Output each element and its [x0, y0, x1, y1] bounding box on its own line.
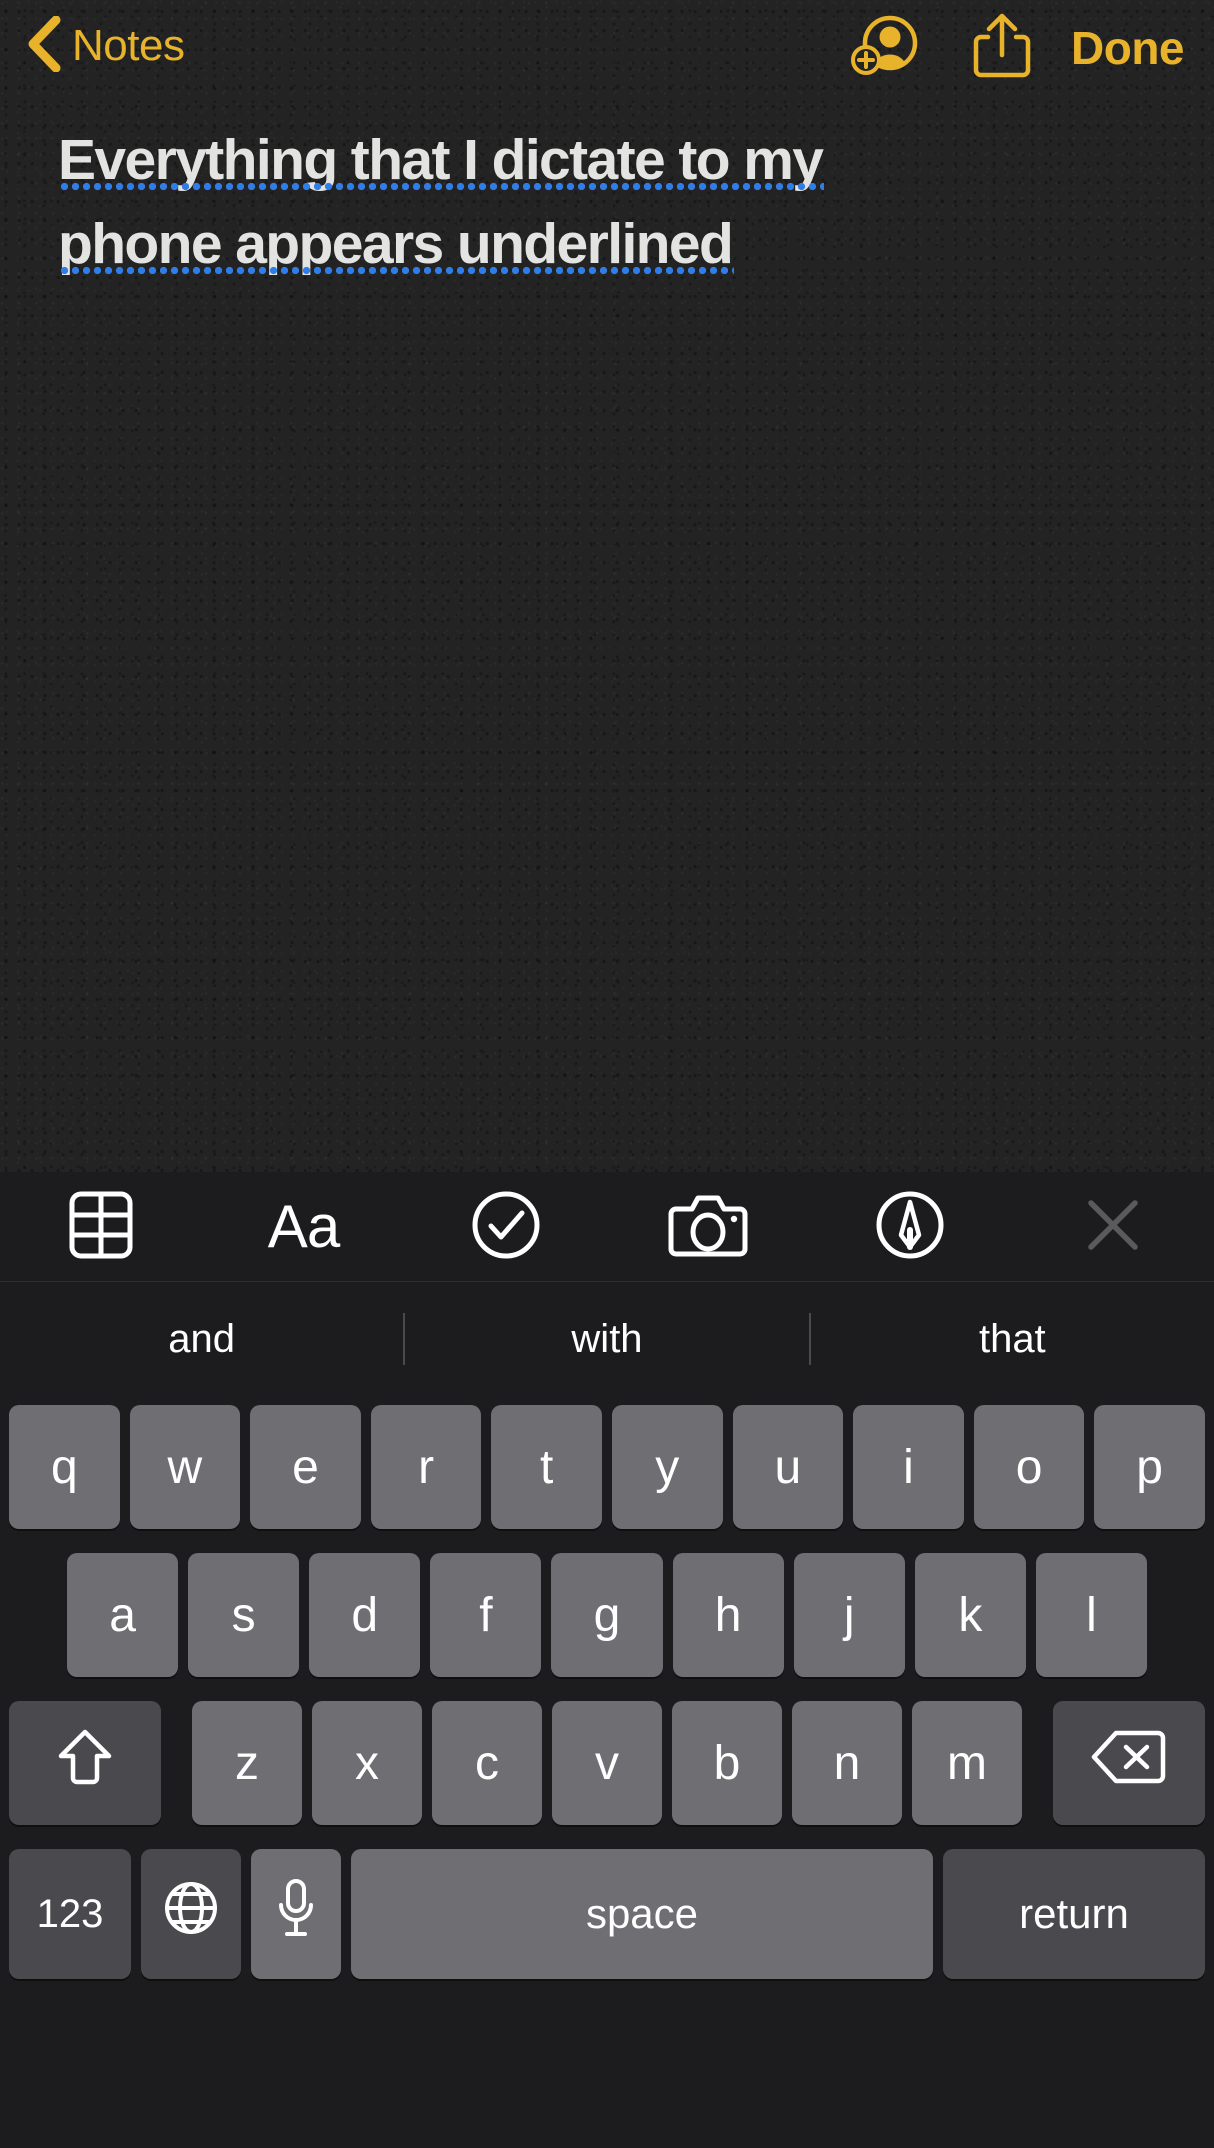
key-z[interactable]: z: [192, 1701, 302, 1825]
suggestion-item[interactable]: and: [0, 1283, 403, 1395]
suggestion-item[interactable]: that: [811, 1283, 1214, 1395]
toolbar-divider: [0, 1281, 1214, 1282]
key-v[interactable]: v: [552, 1701, 662, 1825]
note-format-toolbar: Aa: [0, 1172, 1214, 1282]
key-space[interactable]: space: [351, 1849, 933, 1979]
navbar-actions: Done: [825, 8, 1214, 88]
globe-icon: [163, 1879, 219, 1949]
notes-app-screen: Notes Done Everything that I dictate to …: [0, 0, 1214, 2148]
key-k[interactable]: k: [914, 1553, 1026, 1677]
microphone-icon: [275, 1877, 317, 1951]
keyboard-row-home: a s d f g h j k l: [0, 1553, 1214, 1677]
share-icon: [971, 11, 1033, 86]
key-b[interactable]: b: [672, 1701, 782, 1825]
key-j[interactable]: j: [793, 1553, 905, 1677]
shift-up-arrow-icon: [56, 1726, 114, 1800]
suggestion-item[interactable]: with: [405, 1283, 808, 1395]
toolbar-close-button[interactable]: [1012, 1172, 1214, 1282]
back-to-notes-button[interactable]: Notes: [26, 14, 185, 78]
dictation-underline-icon: [59, 182, 825, 191]
key-p[interactable]: p: [1094, 1405, 1205, 1529]
key-y[interactable]: y: [611, 1405, 723, 1529]
key-backspace[interactable]: [1053, 1701, 1205, 1825]
key-x[interactable]: x: [312, 1701, 422, 1825]
note-text-line: Everything that I dictate to my: [58, 118, 825, 202]
key-m[interactable]: m: [912, 1701, 1022, 1825]
note-text-line-row: phone appears underlined: [58, 202, 1158, 286]
keyboard-key-rows: q w e r t y u i o p a s d f g h j k l z …: [0, 1395, 1214, 1979]
key-u[interactable]: u: [732, 1405, 844, 1529]
note-editor-area[interactable]: Notes Done Everything that I dictate to …: [0, 0, 1214, 1172]
done-button-label: Done: [1071, 22, 1185, 74]
ios-keyboard: and with that q w e r t y u i o p a s d …: [0, 1283, 1214, 2148]
key-o[interactable]: o: [973, 1405, 1085, 1529]
key-t[interactable]: t: [491, 1405, 602, 1529]
key-c[interactable]: c: [432, 1701, 542, 1825]
close-x-icon: [1081, 1193, 1145, 1262]
keyboard-row-top: q w e r t y u i o p: [0, 1405, 1214, 1529]
format-aa-icon: Aa: [267, 1193, 340, 1260]
toolbar-markup-button[interactable]: [809, 1172, 1011, 1282]
toolbar-table-button[interactable]: [0, 1172, 202, 1282]
table-icon: [68, 1189, 134, 1266]
camera-icon: [668, 1191, 748, 1264]
key-i[interactable]: i: [853, 1405, 964, 1529]
navigation-bar: Notes Done: [0, 0, 1214, 100]
collaborate-button[interactable]: [825, 8, 943, 88]
key-g[interactable]: g: [551, 1553, 663, 1677]
key-q[interactable]: q: [9, 1405, 120, 1529]
chevron-left-icon: [26, 15, 62, 77]
backspace-delete-icon: [1090, 1728, 1168, 1798]
note-text-content[interactable]: Everything that I dictate to my phone ap…: [58, 118, 1158, 286]
keyboard-row-bottom: z x c v b n m: [0, 1701, 1214, 1825]
key-dictation[interactable]: [251, 1849, 341, 1979]
keyboard-row-function: 123 space return: [0, 1849, 1214, 1979]
key-globe[interactable]: [141, 1849, 241, 1979]
key-l[interactable]: l: [1035, 1553, 1147, 1677]
note-text-line-row: Everything that I dictate to my: [58, 118, 1158, 202]
note-text-line: phone appears underlined: [58, 202, 735, 286]
predictive-suggestion-bar: and with that: [0, 1283, 1214, 1395]
key-n[interactable]: n: [792, 1701, 902, 1825]
key-numbers[interactable]: 123: [9, 1849, 131, 1979]
checklist-icon: [470, 1189, 542, 1266]
key-r[interactable]: r: [370, 1405, 482, 1529]
key-e[interactable]: e: [250, 1405, 361, 1529]
done-button[interactable]: Done: [1061, 8, 1214, 88]
key-a[interactable]: a: [67, 1553, 179, 1677]
key-shift[interactable]: [9, 1701, 161, 1825]
key-h[interactable]: h: [672, 1553, 784, 1677]
key-return[interactable]: return: [943, 1849, 1205, 1979]
key-f[interactable]: f: [430, 1553, 542, 1677]
key-w[interactable]: w: [129, 1405, 241, 1529]
back-button-label: Notes: [72, 21, 185, 70]
key-s[interactable]: s: [188, 1553, 300, 1677]
key-d[interactable]: d: [309, 1553, 421, 1677]
toolbar-format-button[interactable]: Aa: [202, 1172, 404, 1282]
share-button[interactable]: [943, 8, 1061, 88]
toolbar-camera-button[interactable]: [607, 1172, 809, 1282]
dictation-underline-icon: [59, 266, 735, 275]
markup-pen-icon: [874, 1189, 946, 1266]
toolbar-checklist-button[interactable]: [405, 1172, 607, 1282]
add-person-icon: [850, 15, 918, 82]
